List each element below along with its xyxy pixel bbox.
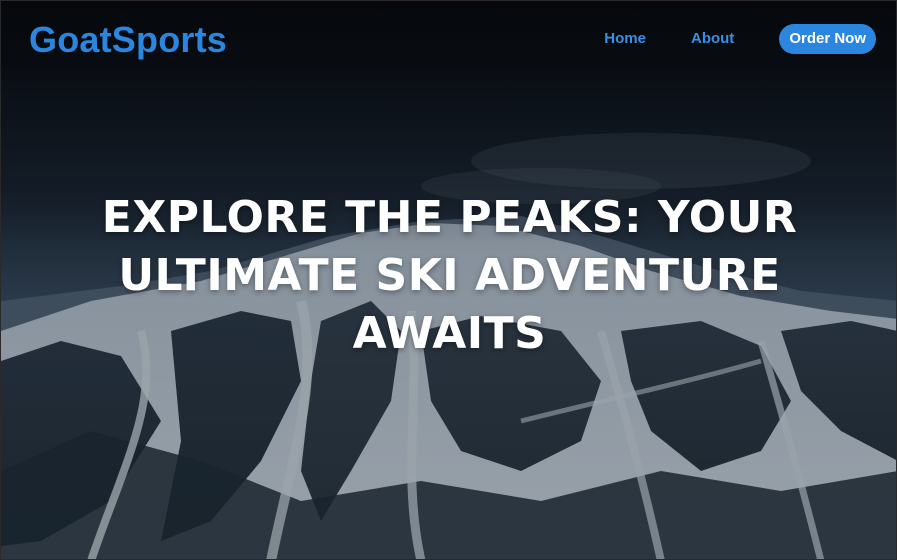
nav-link-about[interactable]: About xyxy=(691,24,734,54)
headline-line-1: EXPLORE THE PEAKS: YOUR xyxy=(101,192,798,243)
headline-line-2: ULTIMATE SKI ADVENTURE xyxy=(118,250,781,301)
main-nav: Home About Order Now xyxy=(604,24,876,54)
headline-line-3: AWAITS xyxy=(352,308,547,359)
nav-link-home[interactable]: Home xyxy=(604,24,646,54)
brand-logo[interactable]: GoatSports xyxy=(29,19,227,61)
order-now-button[interactable]: Order Now xyxy=(779,24,876,54)
landing-page: GoatSports Home About Order Now EXPLORE … xyxy=(0,0,897,560)
hero-headline: EXPLORE THE PEAKS: YOUR ULTIMATE SKI ADV… xyxy=(1,189,896,363)
site-header: GoatSports Home About Order Now xyxy=(1,1,896,81)
